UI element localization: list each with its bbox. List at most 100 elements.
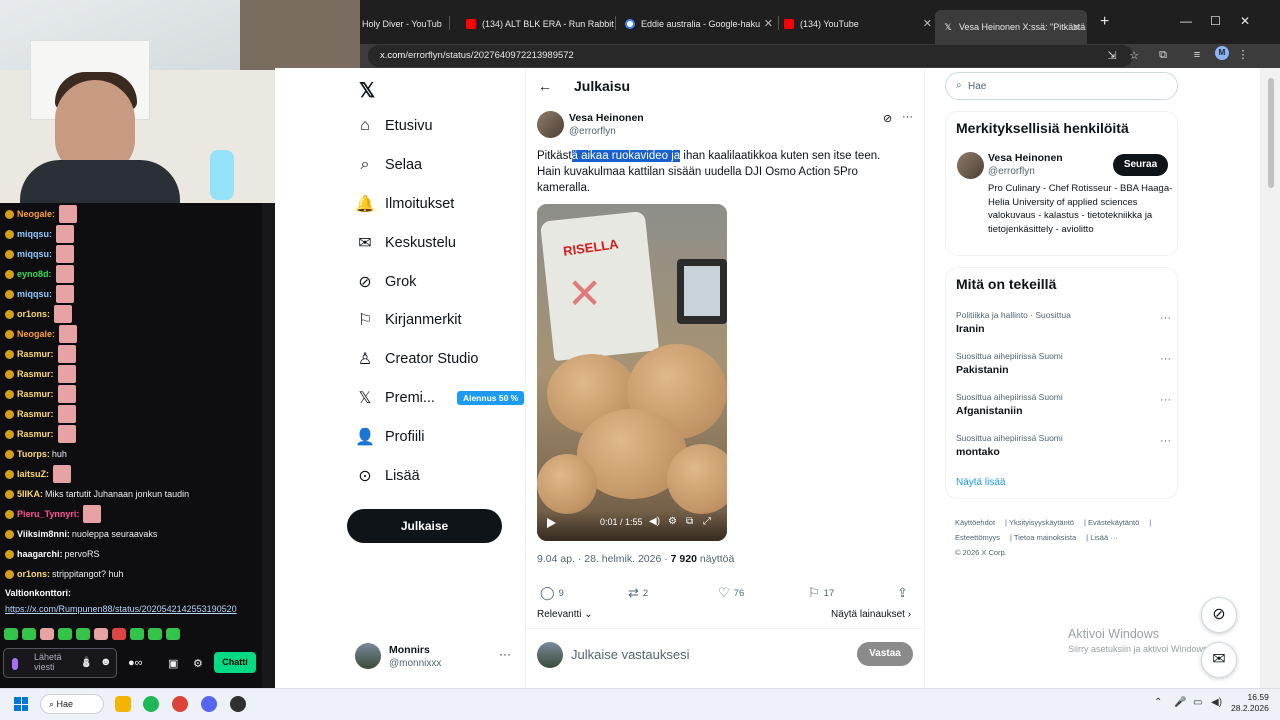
emote-icon	[54, 305, 73, 323]
nav-item-keskustelu[interactable]: ✉ Keskustelu	[355, 225, 456, 261]
grok-icon[interactable]: ⊘	[883, 112, 892, 125]
spotify-icon[interactable]	[143, 696, 159, 712]
account-switcher[interactable]: Monnirs @monnixxx ···	[355, 641, 515, 673]
chrome-icon[interactable]	[172, 696, 188, 712]
left-navigation: 𝕏 ⌂ Etusivu ⌕ Selaa 🔔 Ilmoitukset ✉ Keskustelu ⊘…	[275, 68, 525, 688]
volume-tray-icon[interactable]: ◀)	[1211, 697, 1222, 708]
emote-picker-icon[interactable]: ⛄	[80, 657, 92, 668]
chat-badge-icon	[5, 269, 14, 279]
repost-button[interactable]: ⇄ 2	[628, 585, 648, 601]
tab-alt-blk-era[interactable]: (134) ALT BLK ERA - Run Rabbit	[466, 14, 616, 34]
reply-button[interactable]: ◯ 9	[540, 585, 564, 601]
avatar[interactable]	[957, 152, 984, 179]
search-input[interactable]: ⌕ Hae	[945, 72, 1178, 100]
taskbar-search[interactable]: ⌕ Hae	[40, 694, 104, 714]
grok-fab-icon[interactable]: ⊘	[1201, 597, 1237, 633]
sort-dropdown[interactable]: Relevantti ⌄	[537, 609, 593, 620]
chat-send-button[interactable]: Chatti	[214, 652, 256, 673]
settings-icon[interactable]: ⚙	[193, 657, 203, 670]
author-avatar[interactable]	[537, 111, 564, 138]
reading-list-icon[interactable]: ≡	[1191, 49, 1203, 61]
tab-holy-diver[interactable]: Holy Diver - YouTub	[362, 14, 442, 34]
trend-item[interactable]: Suosittua aihepiirissä Suomi Pakistanin ··…	[956, 351, 1171, 376]
maximize-icon[interactable]: ☐	[1210, 14, 1221, 28]
chat-badge-icon	[5, 509, 14, 519]
person-name[interactable]: Vesa Heinonen	[988, 152, 1063, 164]
install-icon[interactable]: ⇲	[1106, 50, 1118, 62]
nav-item-kirjanmerkit[interactable]: ⚐ Kirjanmerkit	[355, 302, 462, 338]
clock[interactable]: 16.59 28.2.2026	[1231, 692, 1269, 714]
nav-item-grok[interactable]: ⊘ Grok	[355, 264, 416, 300]
chat-link[interactable]: https://x.com/Rumpunen88/status/20205421…	[5, 600, 237, 618]
tab-google[interactable]: Eddie australia - Google-haku ✕	[625, 14, 775, 34]
mic-icon[interactable]	[12, 658, 18, 670]
chat-badge-icon	[5, 369, 14, 379]
person-bio: Pro Culinary - Chef Rotisseur - BBA Haag…	[988, 183, 1173, 235]
windows-start-icon[interactable]	[14, 697, 28, 711]
person-icon: 👤	[355, 429, 375, 446]
share-button[interactable]: ⇪	[897, 585, 912, 601]
nav-item-label: Creator Studio	[385, 351, 479, 367]
smile-icon[interactable]: ☻	[100, 656, 112, 668]
back-arrow-icon[interactable]: ←	[538, 78, 552, 94]
points-icon[interactable]: ●∞	[128, 657, 143, 669]
address-bar: x.com/errorflyn/status/20276409722139895…	[360, 44, 1280, 68]
menu-icon[interactable]: ⋮	[1237, 49, 1249, 61]
bookmark-button[interactable]: ⚐ 17	[808, 585, 834, 601]
reply-icon: ◯	[540, 585, 555, 600]
like-button[interactable]: ♡ 76	[718, 585, 744, 601]
nav-item-premi[interactable]: 𝕏 Premi... Alennus 50 %	[355, 380, 525, 416]
pip-icon[interactable]: ⧉	[686, 516, 693, 527]
trend-item[interactable]: Politiikka ja hallinto · Suosittua Iranin…	[956, 310, 1171, 335]
author-handle[interactable]: @errorflyn	[569, 126, 616, 137]
play-icon[interactable]	[547, 518, 556, 528]
messages-fab-icon[interactable]: ✉	[1201, 642, 1237, 678]
share-icon: ⇪	[897, 585, 908, 600]
post-button[interactable]: Julkaise	[347, 509, 502, 543]
tray-chevron-icon[interactable]: ⌃	[1154, 697, 1162, 708]
reply-input[interactable]: Julkaise vastauksesi	[571, 647, 690, 662]
extensions-icon[interactable]: ⧉	[1157, 49, 1169, 61]
view-quotes-link[interactable]: Näytä lainaukset ›	[831, 609, 911, 620]
nav-item-creator-studio[interactable]: ♙ Creator Studio	[355, 341, 479, 377]
mic-tray-icon[interactable]: 🎤	[1174, 697, 1186, 708]
settings-gear-icon[interactable]: ⚙	[668, 516, 677, 527]
creator-icon: ♙	[357, 351, 373, 368]
nav-item-profiili[interactable]: 👤 Profiili	[355, 419, 424, 455]
profile-avatar[interactable]: M	[1215, 46, 1229, 60]
file-explorer-icon[interactable]	[115, 696, 131, 712]
chat-input[interactable]: Lähetä viesti ⛄ ☻	[3, 648, 117, 678]
more-dots-icon[interactable]: ···	[902, 111, 913, 123]
store-icon[interactable]: ▣	[168, 657, 178, 670]
network-icon[interactable]: ▭	[1193, 697, 1202, 708]
discord-icon[interactable]	[201, 696, 217, 712]
close-icon[interactable]: ✕	[1240, 14, 1250, 28]
emote-icon	[57, 345, 76, 363]
minimize-icon[interactable]: —	[1180, 14, 1192, 28]
trend-item[interactable]: Suosittua aihepiirissä Suomi Afganistanii…	[956, 392, 1171, 417]
nav-item-etusivu[interactable]: ⌂ Etusivu	[355, 108, 432, 144]
scrollbar[interactable]	[1260, 68, 1280, 688]
volume-icon[interactable]: ◀)	[649, 516, 660, 527]
more-dots-icon[interactable]: ···	[499, 647, 511, 661]
chat-message: Pieru_Tynnyri:	[5, 505, 102, 523]
bookmark-star-icon[interactable]: ☆	[1128, 50, 1140, 62]
reply-submit-button[interactable]: Vastaa	[857, 642, 913, 666]
show-more-link[interactable]: Näytä lisää	[956, 477, 1005, 488]
trend-item[interactable]: Suosittua aihepiirissä Suomi montako ···	[956, 433, 1171, 458]
chat-badge-icon	[5, 329, 14, 339]
fullscreen-icon[interactable]: ⤢	[703, 516, 711, 527]
author-name[interactable]: Vesa Heinonen	[569, 112, 644, 124]
tab-x-post[interactable]: 𝕏 Vesa Heinonen X:ssä: "Pitkästä a ✕	[935, 10, 1087, 44]
x-logo-icon[interactable]: 𝕏	[359, 78, 375, 103]
new-tab-button[interactable]: +	[1100, 13, 1109, 31]
tab-youtube[interactable]: (134) YouTube ✕	[784, 14, 934, 34]
post-video[interactable]: RISELLA ✕ 0:01 / 1:55 ◀) ⚙ ⧉ ⤢	[537, 204, 727, 541]
nav-item-selaa[interactable]: ⌕ Selaa	[355, 147, 423, 183]
nav-item-ilmoitukset[interactable]: 🔔 Ilmoitukset	[355, 186, 454, 222]
chat-badge-icon	[5, 249, 14, 259]
nav-item-lisää[interactable]: ⊙ Lisää	[355, 458, 419, 494]
url-field[interactable]: x.com/errorflyn/status/20276409722139895…	[368, 45, 1139, 67]
obs-icon[interactable]	[230, 696, 246, 712]
follow-button[interactable]: Seuraa	[1113, 154, 1168, 176]
